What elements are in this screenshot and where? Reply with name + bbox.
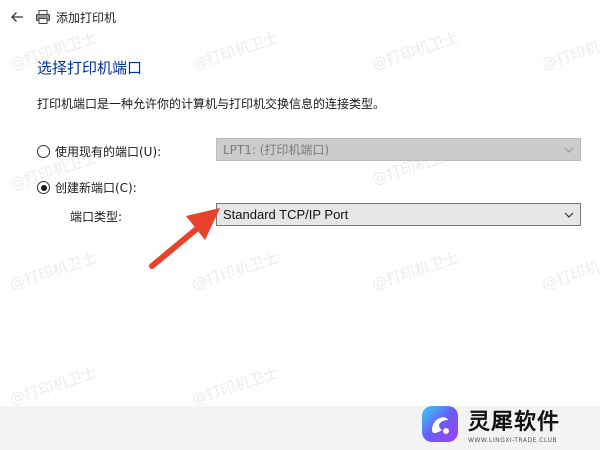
watermark: @打印机卫士 — [7, 248, 99, 294]
watermark: @打印机卫士 — [7, 363, 99, 409]
back-arrow-icon — [11, 12, 23, 22]
create-new-port-label: 创建新端口(C): — [55, 181, 137, 195]
title-bar: 添加打印机 — [0, 0, 600, 34]
window-title: 添加打印机 — [56, 11, 117, 25]
back-button[interactable] — [6, 6, 28, 28]
port-type-select[interactable]: Standard TCP/IP Port — [216, 203, 581, 226]
existing-port-value: LPT1: (打印机端口) — [223, 143, 330, 157]
create-new-port-radio[interactable]: 创建新端口(C): — [37, 179, 137, 196]
use-existing-port-radio[interactable]: 使用现有的端口(U): — [37, 143, 161, 160]
radio-button-checked[interactable] — [37, 181, 50, 194]
brand-logo: 灵犀软件 WWW.LINGXI-TRADE.CLUB — [412, 398, 600, 450]
watermark: @打印机卫士 — [539, 248, 600, 294]
existing-port-select: LPT1: (打印机端口) — [216, 138, 581, 161]
port-type-label: 端口类型: — [70, 210, 123, 224]
brand-name: 灵犀软件 — [468, 410, 561, 435]
radio-button[interactable] — [37, 145, 50, 158]
use-existing-port-label: 使用现有的端口(U): — [55, 145, 162, 159]
watermark: @打印机卫士 — [189, 363, 281, 409]
watermark: @打印机卫士 — [369, 248, 461, 294]
chevron-down-icon — [564, 147, 574, 153]
page-description: 打印机端口是一种允许你的计算机与打印机交换信息的连接类型。 — [37, 97, 386, 111]
printer-icon — [36, 10, 50, 24]
watermark: @打印机卫士 — [189, 248, 281, 294]
port-type-value: Standard TCP/IP Port — [223, 207, 349, 222]
chevron-down-icon — [564, 212, 574, 218]
lingxi-logo-icon — [422, 406, 458, 442]
page-heading: 选择打印机端口 — [37, 59, 143, 77]
brand-url: WWW.LINGXI-TRADE.CLUB — [468, 437, 558, 444]
